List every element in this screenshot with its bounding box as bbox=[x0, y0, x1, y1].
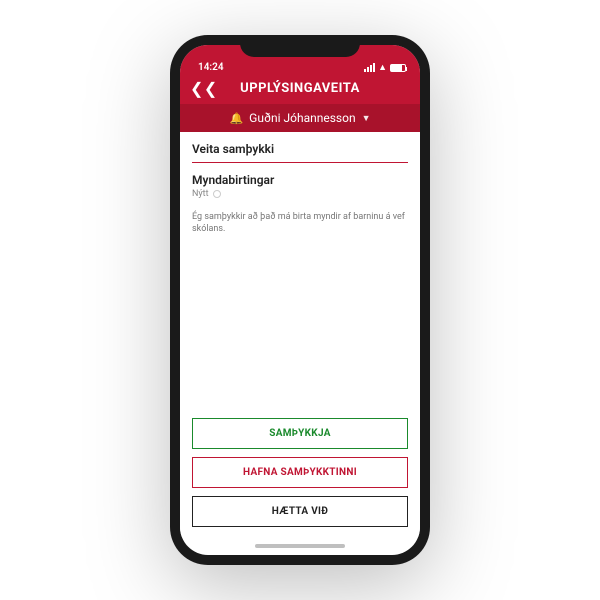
back-button[interactable]: ❮❮ bbox=[190, 79, 218, 98]
battery-icon bbox=[390, 64, 406, 72]
consent-description: Ég samþykkir að það má birta myndir af b… bbox=[192, 211, 408, 235]
status-time: 14:24 bbox=[198, 62, 224, 73]
user-selector[interactable]: 🔔 Guðni Jóhannesson ▼ bbox=[180, 104, 420, 132]
consent-item-tag: Nýtt bbox=[192, 189, 408, 199]
reject-button[interactable]: HAFNA SAMÞYKKTINNI bbox=[192, 457, 408, 488]
phone-frame: 14:24 ▲ ❮❮ UPPLÝSINGAVEITA 🔔 Guðni Jóhan… bbox=[170, 35, 430, 565]
chevron-down-icon: ▼ bbox=[362, 113, 371, 124]
cancel-button[interactable]: HÆTTA VIÐ bbox=[192, 496, 408, 527]
cellular-icon bbox=[364, 63, 375, 72]
approve-button[interactable]: SAMÞYKKJA bbox=[192, 418, 408, 449]
status-dot-icon bbox=[213, 190, 221, 198]
user-name: Guðni Jóhannesson bbox=[249, 111, 355, 125]
content-area: Veita samþykki Myndabirtingar Nýtt Ég sa… bbox=[180, 132, 420, 537]
tag-label: Nýtt bbox=[192, 189, 209, 199]
device-notch bbox=[240, 35, 360, 57]
header-title: UPPLÝSINGAVEITA bbox=[240, 81, 360, 96]
app-header: ❮❮ UPPLÝSINGAVEITA bbox=[180, 75, 420, 104]
status-indicators: ▲ bbox=[364, 62, 406, 73]
wifi-icon: ▲ bbox=[378, 62, 387, 73]
section-title: Veita samþykki bbox=[192, 142, 408, 163]
screen: 14:24 ▲ ❮❮ UPPLÝSINGAVEITA 🔔 Guðni Jóhan… bbox=[180, 45, 420, 555]
consent-item-title: Myndabirtingar bbox=[192, 173, 408, 187]
bell-icon: 🔔 bbox=[229, 112, 243, 125]
home-indicator[interactable] bbox=[180, 537, 420, 555]
